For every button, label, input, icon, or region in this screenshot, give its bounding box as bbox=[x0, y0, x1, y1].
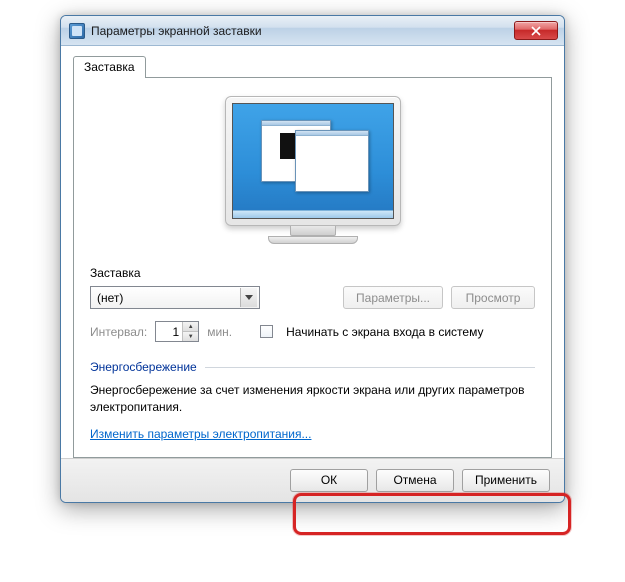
titlebar: Параметры экранной заставки bbox=[61, 16, 564, 46]
screensaver-group-label: Заставка bbox=[90, 266, 535, 280]
monitor-preview bbox=[223, 96, 403, 244]
dropdown-value: (нет) bbox=[97, 291, 240, 305]
close-button[interactable] bbox=[514, 21, 558, 40]
on-resume-label: Начинать с экрана входа в систему bbox=[286, 325, 483, 339]
chevron-down-icon bbox=[240, 288, 257, 307]
preview-button: Просмотр bbox=[451, 286, 535, 309]
tab-screensaver[interactable]: Заставка bbox=[73, 56, 146, 78]
spinner-up-icon[interactable]: ▲ bbox=[183, 322, 198, 332]
interval-input[interactable] bbox=[156, 322, 182, 341]
window-icon bbox=[69, 23, 85, 39]
preview-area bbox=[90, 96, 535, 244]
interval-spinner[interactable]: ▲ ▼ bbox=[155, 321, 199, 342]
dialog-body: Заставка Заставка bbox=[61, 46, 564, 458]
cancel-button[interactable]: Отмена bbox=[376, 469, 454, 492]
spinner-down-icon[interactable]: ▼ bbox=[183, 332, 198, 341]
divider bbox=[205, 367, 535, 368]
tabstrip: Заставка bbox=[73, 54, 552, 77]
screensaver-dropdown[interactable]: (нет) bbox=[90, 286, 260, 309]
interval-unit: мин. bbox=[207, 325, 232, 339]
close-icon bbox=[531, 26, 541, 36]
ok-button[interactable]: ОК bbox=[290, 469, 368, 492]
apply-button[interactable]: Применить bbox=[462, 469, 550, 492]
tab-panel: Заставка (нет) Параметры... Просмотр Инт… bbox=[73, 77, 552, 458]
on-resume-checkbox[interactable] bbox=[260, 325, 273, 338]
dialog-footer: ОК Отмена Применить bbox=[61, 458, 564, 502]
screensaver-settings-dialog: Параметры экранной заставки Заставка bbox=[60, 15, 565, 503]
power-description: Энергосбережение за счет изменения яркос… bbox=[90, 382, 535, 417]
power-group-label: Энергосбережение bbox=[90, 360, 197, 374]
power-settings-link[interactable]: Изменить параметры электропитания... bbox=[90, 427, 311, 441]
interval-label: Интервал: bbox=[90, 325, 147, 339]
settings-button: Параметры... bbox=[343, 286, 443, 309]
window-title: Параметры экранной заставки bbox=[91, 24, 514, 38]
